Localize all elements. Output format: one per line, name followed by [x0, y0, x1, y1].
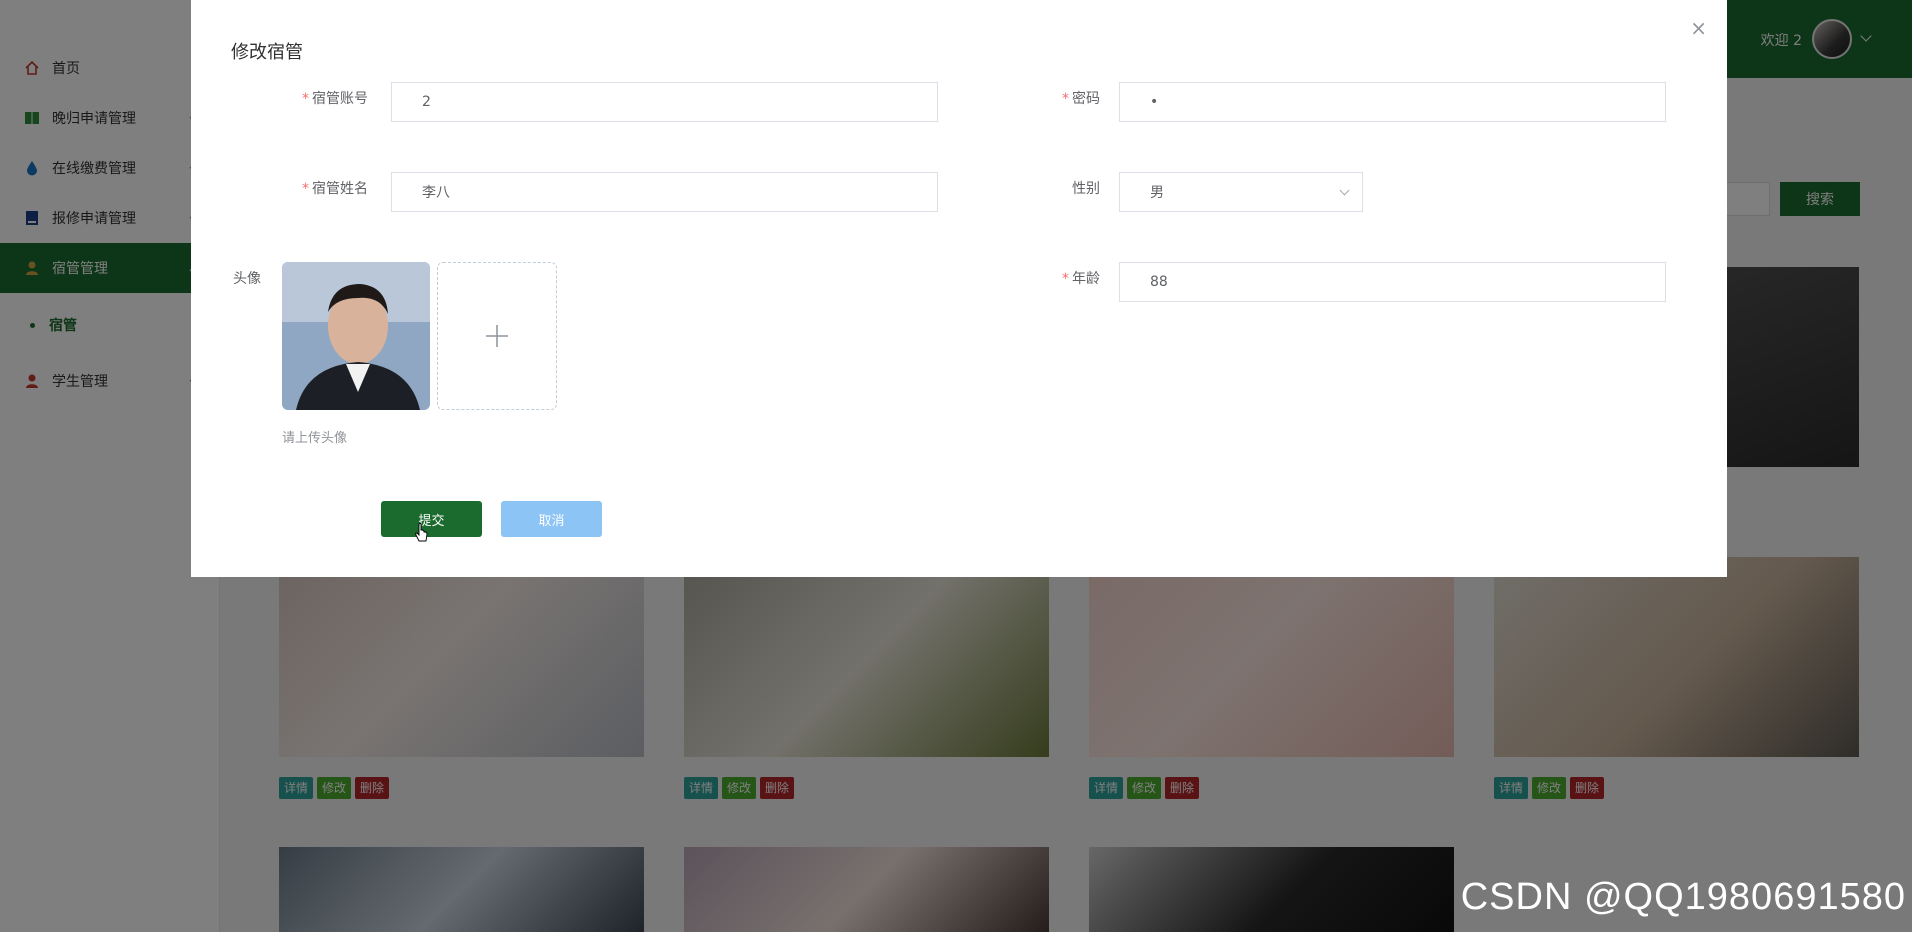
account-field[interactable]: 2: [391, 82, 938, 122]
name-label: * 宿管姓名: [302, 181, 368, 197]
avatar-preview[interactable]: [282, 262, 430, 410]
account-label: * 宿管账号: [302, 91, 368, 107]
gender-select[interactable]: 男: [1119, 172, 1363, 212]
gender-label: 性别: [1072, 181, 1100, 197]
mouse-cursor-icon: [415, 523, 428, 542]
edit-dorm-manager-dialog: 修改宿管 × * 宿管账号 2 * 密码 • * 宿管姓名 李八 性别 男 头像 请上…: [191, 0, 1727, 577]
submit-button[interactable]: 提交: [381, 501, 482, 537]
dialog-title: 修改宿管: [231, 42, 303, 63]
age-label: * 年龄: [1062, 271, 1100, 287]
password-label: * 密码: [1062, 91, 1100, 107]
avatar-label: 头像: [233, 271, 261, 287]
avatar-tip: 请上传头像: [282, 431, 348, 446]
age-field[interactable]: 88: [1119, 262, 1666, 302]
cancel-button[interactable]: 取消: [501, 501, 602, 537]
chevron-down-icon: [1339, 185, 1350, 196]
upload-add-button[interactable]: [437, 262, 557, 410]
plus-icon: [486, 325, 508, 347]
avatar-photo: [282, 262, 430, 410]
name-field[interactable]: 李八: [391, 172, 938, 212]
password-field[interactable]: •: [1119, 82, 1666, 122]
close-icon[interactable]: ×: [1690, 18, 1707, 38]
watermark: CSDN @QQ1980691580: [1460, 876, 1906, 918]
